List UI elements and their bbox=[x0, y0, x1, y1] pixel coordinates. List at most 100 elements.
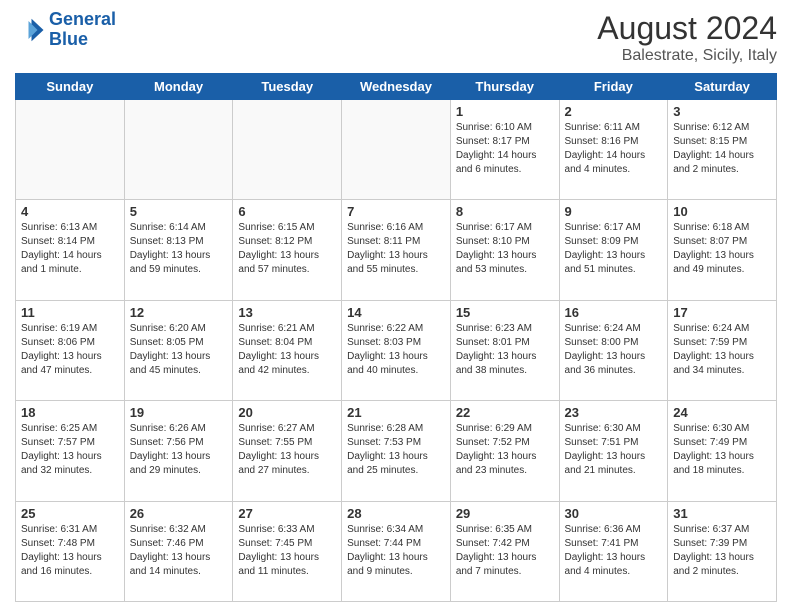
day-cell: 8Sunrise: 6:17 AM Sunset: 8:10 PM Daylig… bbox=[450, 200, 559, 300]
day-number: 31 bbox=[673, 506, 771, 521]
day-cell bbox=[16, 100, 125, 200]
day-cell: 15 Sunrise: 6:23 AM Sunset: 8:01 PM Dayli… bbox=[450, 300, 559, 400]
day-cell: 26Sunrise: 6:32 AM Sunset: 7:46 PM Dayli… bbox=[124, 501, 233, 601]
day-info: Sunrise: 6:20 AM Sunset: 8:05 PM Dayligh… bbox=[130, 322, 228, 378]
day-info: Sunrise: 6:24 AM Sunset: 8:00 PM Dayligh… bbox=[565, 322, 663, 378]
day-number: 20 bbox=[238, 405, 336, 420]
day-number: 12 bbox=[130, 305, 228, 320]
day-cell: 25Sunrise: 6:31 AM Sunset: 7:48 PM Dayli… bbox=[16, 501, 125, 601]
day-cell: 11 Sunrise: 6:19 AM Sunset: 8:06 PM Dayli… bbox=[16, 300, 125, 400]
day-info: Sunrise: 6:30 AM Sunset: 7:49 PM Dayligh… bbox=[673, 422, 771, 478]
day-cell bbox=[233, 100, 342, 200]
day-number: 5 bbox=[130, 204, 228, 219]
week-row-2: 4 Sunrise: 6:13 AM Sunset: 8:14 PM Daylig… bbox=[16, 200, 777, 300]
day-info: Sunrise: 6:12 AM Sunset: 8:15 PM Dayligh… bbox=[673, 121, 771, 177]
col-header-sunday: Sunday bbox=[16, 74, 125, 100]
day-info: Sunrise: 6:31 AM Sunset: 7:48 PM Dayligh… bbox=[21, 523, 119, 579]
day-cell: 24Sunrise: 6:30 AM Sunset: 7:49 PM Dayli… bbox=[668, 401, 777, 501]
day-cell: 4 Sunrise: 6:13 AM Sunset: 8:14 PM Daylig… bbox=[16, 200, 125, 300]
day-number: 13 bbox=[238, 305, 336, 320]
week-row-5: 25Sunrise: 6:31 AM Sunset: 7:48 PM Dayli… bbox=[16, 501, 777, 601]
col-header-monday: Monday bbox=[124, 74, 233, 100]
day-info: Sunrise: 6:25 AM Sunset: 7:57 PM Dayligh… bbox=[21, 422, 119, 478]
day-number: 14 bbox=[347, 305, 445, 320]
day-number: 26 bbox=[130, 506, 228, 521]
day-cell: 21Sunrise: 6:28 AM Sunset: 7:53 PM Dayli… bbox=[342, 401, 451, 501]
day-cell: 23 Sunrise: 6:30 AM Sunset: 7:51 PM Dayli… bbox=[559, 401, 668, 501]
week-row-1: 1 Sunrise: 6:10 AM Sunset: 8:17 PM Daylig… bbox=[16, 100, 777, 200]
day-info: Sunrise: 6:11 AM Sunset: 8:16 PM Dayligh… bbox=[565, 121, 663, 177]
day-cell: 19 Sunrise: 6:26 AM Sunset: 7:56 PM Dayli… bbox=[124, 401, 233, 501]
day-cell: 22Sunrise: 6:29 AM Sunset: 7:52 PM Dayli… bbox=[450, 401, 559, 501]
day-number: 21 bbox=[347, 405, 445, 420]
day-number: 11 bbox=[21, 305, 119, 320]
day-info: Sunrise: 6:17 AM Sunset: 8:10 PM Dayligh… bbox=[456, 221, 554, 277]
day-cell: 6 Sunrise: 6:15 AM Sunset: 8:12 PM Daylig… bbox=[233, 200, 342, 300]
day-number: 17 bbox=[673, 305, 771, 320]
day-info: Sunrise: 6:14 AM Sunset: 8:13 PM Dayligh… bbox=[130, 221, 228, 277]
day-number: 23 bbox=[565, 405, 663, 420]
day-cell: 14 Sunrise: 6:22 AM Sunset: 8:03 PM Dayli… bbox=[342, 300, 451, 400]
day-cell: 5 Sunrise: 6:14 AM Sunset: 8:13 PM Daylig… bbox=[124, 200, 233, 300]
day-info: Sunrise: 6:23 AM Sunset: 8:01 PM Dayligh… bbox=[456, 322, 554, 378]
day-info: Sunrise: 6:24 AM Sunset: 7:59 PM Dayligh… bbox=[673, 322, 771, 378]
day-info: Sunrise: 6:36 AM Sunset: 7:41 PM Dayligh… bbox=[565, 523, 663, 579]
day-number: 19 bbox=[130, 405, 228, 420]
day-cell: 7Sunrise: 6:16 AM Sunset: 8:11 PM Daylig… bbox=[342, 200, 451, 300]
title-block: August 2024 Balestrate, Sicily, Italy bbox=[597, 10, 777, 65]
day-info: Sunrise: 6:19 AM Sunset: 8:06 PM Dayligh… bbox=[21, 322, 119, 378]
col-header-wednesday: Wednesday bbox=[342, 74, 451, 100]
day-cell: 10Sunrise: 6:18 AM Sunset: 8:07 PM Dayli… bbox=[668, 200, 777, 300]
day-number: 16 bbox=[565, 305, 663, 320]
day-number: 1 bbox=[456, 104, 554, 119]
week-row-3: 11 Sunrise: 6:19 AM Sunset: 8:06 PM Dayli… bbox=[16, 300, 777, 400]
day-info: Sunrise: 6:21 AM Sunset: 8:04 PM Dayligh… bbox=[238, 322, 336, 378]
day-cell: 12 Sunrise: 6:20 AM Sunset: 8:05 PM Dayli… bbox=[124, 300, 233, 400]
day-cell bbox=[124, 100, 233, 200]
day-info: Sunrise: 6:30 AM Sunset: 7:51 PM Dayligh… bbox=[565, 422, 663, 478]
col-header-thursday: Thursday bbox=[450, 74, 559, 100]
day-cell: 29 Sunrise: 6:35 AM Sunset: 7:42 PM Dayli… bbox=[450, 501, 559, 601]
day-number: 18 bbox=[21, 405, 119, 420]
day-cell: 30Sunrise: 6:36 AM Sunset: 7:41 PM Dayli… bbox=[559, 501, 668, 601]
day-number: 6 bbox=[238, 204, 336, 219]
day-cell: 31 Sunrise: 6:37 AM Sunset: 7:39 PM Dayli… bbox=[668, 501, 777, 601]
day-cell: 20 Sunrise: 6:27 AM Sunset: 7:55 PM Dayli… bbox=[233, 401, 342, 501]
day-info: Sunrise: 6:33 AM Sunset: 7:45 PM Dayligh… bbox=[238, 523, 336, 579]
day-info: Sunrise: 6:26 AM Sunset: 7:56 PM Dayligh… bbox=[130, 422, 228, 478]
day-cell: 3 Sunrise: 6:12 AM Sunset: 8:15 PM Daylig… bbox=[668, 100, 777, 200]
day-number: 15 bbox=[456, 305, 554, 320]
calendar-table: SundayMondayTuesdayWednesdayThursdayFrid… bbox=[15, 73, 777, 602]
day-number: 3 bbox=[673, 104, 771, 119]
day-cell: 16 Sunrise: 6:24 AM Sunset: 8:00 PM Dayli… bbox=[559, 300, 668, 400]
header: General Blue August 2024 Balestrate, Sic… bbox=[15, 10, 777, 65]
logo-icon bbox=[15, 15, 45, 45]
location: Balestrate, Sicily, Italy bbox=[597, 47, 777, 65]
day-cell: 1 Sunrise: 6:10 AM Sunset: 8:17 PM Daylig… bbox=[450, 100, 559, 200]
day-number: 9 bbox=[565, 204, 663, 219]
day-info: Sunrise: 6:22 AM Sunset: 8:03 PM Dayligh… bbox=[347, 322, 445, 378]
day-cell: 28Sunrise: 6:34 AM Sunset: 7:44 PM Dayli… bbox=[342, 501, 451, 601]
day-cell bbox=[342, 100, 451, 200]
day-info: Sunrise: 6:10 AM Sunset: 8:17 PM Dayligh… bbox=[456, 121, 554, 177]
day-info: Sunrise: 6:15 AM Sunset: 8:12 PM Dayligh… bbox=[238, 221, 336, 277]
day-info: Sunrise: 6:35 AM Sunset: 7:42 PM Dayligh… bbox=[456, 523, 554, 579]
day-number: 4 bbox=[21, 204, 119, 219]
day-cell: 2Sunrise: 6:11 AM Sunset: 8:16 PM Daylig… bbox=[559, 100, 668, 200]
page: General Blue August 2024 Balestrate, Sic… bbox=[0, 0, 792, 612]
day-cell: 13 Sunrise: 6:21 AM Sunset: 8:04 PM Dayli… bbox=[233, 300, 342, 400]
month-year: August 2024 bbox=[597, 10, 777, 47]
col-header-saturday: Saturday bbox=[668, 74, 777, 100]
calendar-header-row: SundayMondayTuesdayWednesdayThursdayFrid… bbox=[16, 74, 777, 100]
day-info: Sunrise: 6:27 AM Sunset: 7:55 PM Dayligh… bbox=[238, 422, 336, 478]
day-cell: 27Sunrise: 6:33 AM Sunset: 7:45 PM Dayli… bbox=[233, 501, 342, 601]
col-header-friday: Friday bbox=[559, 74, 668, 100]
day-info: Sunrise: 6:13 AM Sunset: 8:14 PM Dayligh… bbox=[21, 221, 119, 277]
day-number: 29 bbox=[456, 506, 554, 521]
week-row-4: 18 Sunrise: 6:25 AM Sunset: 7:57 PM Dayli… bbox=[16, 401, 777, 501]
day-info: Sunrise: 6:34 AM Sunset: 7:44 PM Dayligh… bbox=[347, 523, 445, 579]
logo: General Blue bbox=[15, 10, 116, 50]
day-info: Sunrise: 6:17 AM Sunset: 8:09 PM Dayligh… bbox=[565, 221, 663, 277]
day-info: Sunrise: 6:37 AM Sunset: 7:39 PM Dayligh… bbox=[673, 523, 771, 579]
col-header-tuesday: Tuesday bbox=[233, 74, 342, 100]
